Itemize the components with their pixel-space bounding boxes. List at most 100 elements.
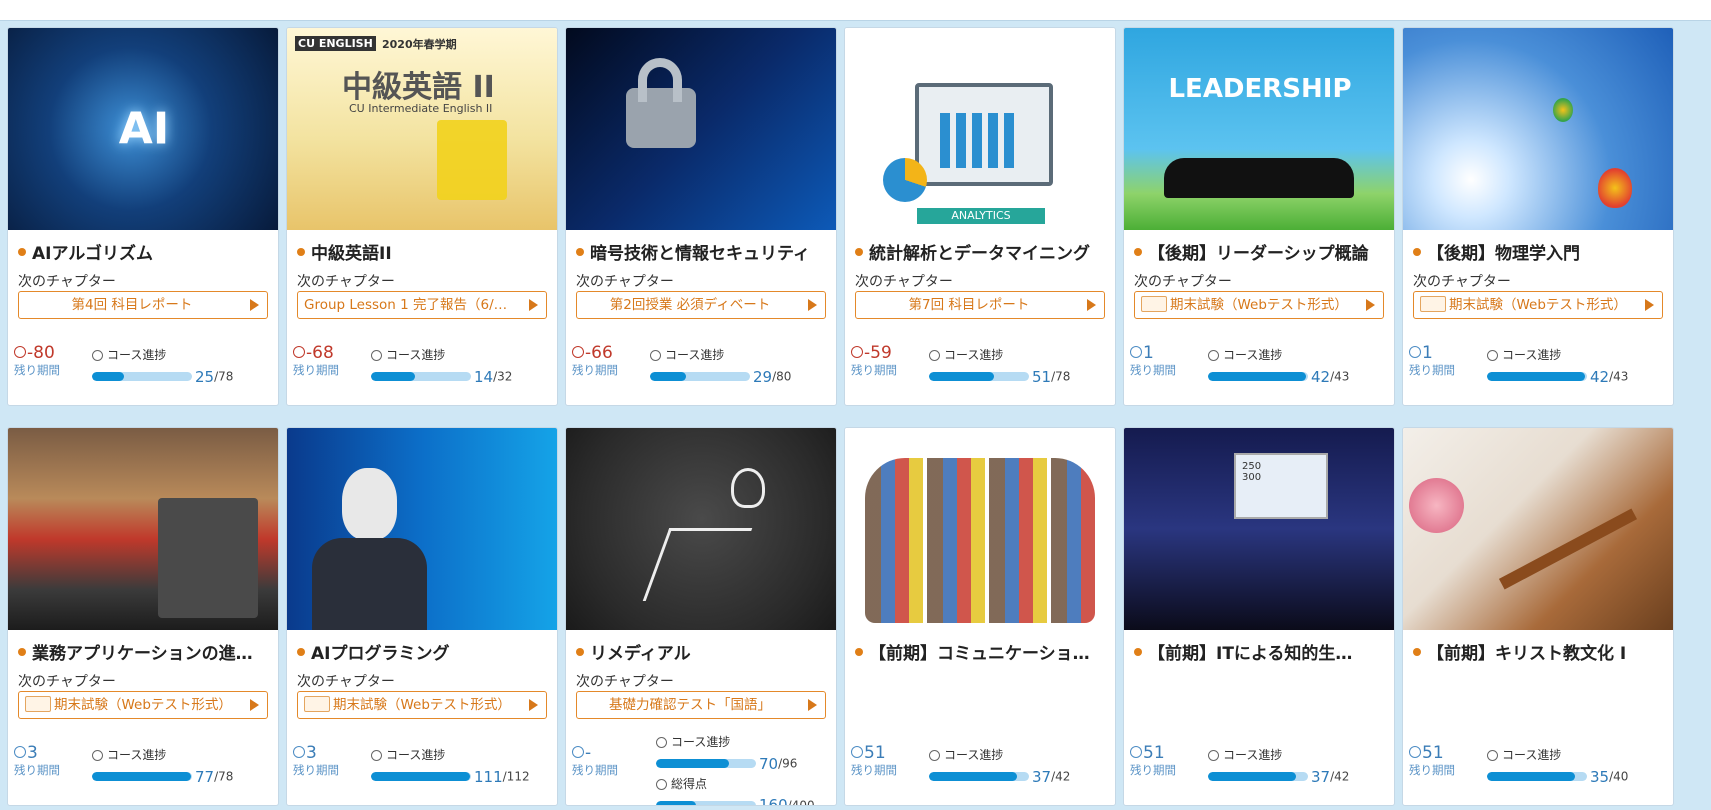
cross-graphic bbox=[1498, 508, 1638, 590]
status-dot-icon bbox=[576, 648, 584, 656]
course-card[interactable]: AI AIアルゴリズム 次のチャプター 第4回 科目レポート -80 残り期間 コ… bbox=[7, 27, 279, 406]
course-progress: コース進捗 14/32 bbox=[371, 346, 512, 386]
status-dot-icon bbox=[1134, 648, 1142, 656]
next-chapter-button[interactable]: 第2回授業 必須ディベート bbox=[576, 291, 826, 319]
next-chapter-label: 次のチャプター bbox=[1134, 274, 1232, 290]
course-card[interactable]: 250 300 【前期】ITによる知的生… 51 残り期間 コース進捗 37/42 bbox=[1123, 427, 1395, 806]
course-thumbnail: LEADERSHIP bbox=[1124, 28, 1394, 230]
progress-icon bbox=[92, 750, 103, 761]
remaining-period: 1 残り期間 bbox=[1130, 343, 1176, 377]
status-dot-icon bbox=[18, 248, 26, 256]
progress-icon bbox=[650, 350, 661, 361]
next-chapter-button[interactable]: 期末試験（Webテスト形式） bbox=[18, 691, 268, 719]
course-title[interactable]: 暗号技術と情報セキュリティ bbox=[576, 239, 832, 264]
course-progress: コース進捗 111/112 bbox=[371, 746, 530, 786]
course-progress: コース進捗 25/78 bbox=[92, 346, 233, 386]
thumbnail-banner: ANALYTICS bbox=[917, 208, 1045, 224]
remaining-period: -66 残り期間 bbox=[572, 343, 618, 377]
progress-icon bbox=[929, 750, 940, 761]
remaining-period: 1 残り期間 bbox=[1409, 343, 1455, 377]
exam-icon bbox=[1420, 296, 1446, 312]
clock-icon bbox=[14, 746, 26, 758]
status-dot-icon bbox=[18, 648, 26, 656]
course-title[interactable]: AIプログラミング bbox=[297, 639, 553, 664]
thumbnail-text: LEADERSHIP bbox=[1168, 73, 1352, 104]
exam-icon bbox=[25, 696, 51, 712]
course-title[interactable]: 【前期】キリスト教文化 I bbox=[1413, 639, 1669, 664]
next-chapter-button[interactable]: 期末試験（Webテスト形式） bbox=[1413, 291, 1663, 319]
play-arrow-icon bbox=[250, 299, 259, 311]
course-progress: コース進捗 42/43 bbox=[1487, 346, 1628, 386]
screen-text: 250 300 bbox=[1242, 461, 1262, 483]
progress-icon bbox=[92, 350, 103, 361]
course-thumbnail bbox=[845, 428, 1115, 630]
balloon-graphic bbox=[1553, 98, 1573, 122]
status-dot-icon bbox=[576, 248, 584, 256]
play-arrow-icon bbox=[529, 299, 538, 311]
course-title[interactable]: 【後期】物理学入門 bbox=[1413, 239, 1669, 264]
course-card[interactable]: 業務アプリケーションの進… 次のチャプター 期末試験（Webテスト形式） 3 残り… bbox=[7, 427, 279, 806]
play-arrow-icon bbox=[1087, 299, 1096, 311]
course-title[interactable]: 【後期】リーダーシップ概論 bbox=[1134, 239, 1390, 264]
play-arrow-icon bbox=[808, 699, 817, 711]
course-title[interactable]: 【前期】ITによる知的生… bbox=[1134, 639, 1390, 664]
course-card[interactable]: LEADERSHIP 【後期】リーダーシップ概論 次のチャプター 期末試験（We… bbox=[1123, 27, 1395, 406]
course-title[interactable]: 統計解析とデータマイニング bbox=[855, 239, 1111, 264]
course-card[interactable]: 【前期】キリスト教文化 I 51 残り期間 コース進捗 35/40 bbox=[1402, 427, 1674, 806]
course-title[interactable]: 業務アプリケーションの進… bbox=[18, 639, 274, 664]
status-dot-icon bbox=[855, 248, 863, 256]
thumbnail-text: AI bbox=[118, 103, 170, 155]
next-chapter-label: 次のチャプター bbox=[576, 674, 674, 690]
clock-icon bbox=[1130, 746, 1142, 758]
course-title[interactable]: リメディアル bbox=[576, 639, 832, 664]
status-dot-icon bbox=[1413, 248, 1421, 256]
course-progress: コース進捗 35/40 bbox=[1487, 746, 1628, 786]
next-chapter-button[interactable]: Group Lesson 1 完了報告（6/… bbox=[297, 291, 547, 319]
remaining-period: -59 残り期間 bbox=[851, 343, 897, 377]
course-progress: コース進捗 77/78 bbox=[92, 746, 233, 786]
course-card[interactable]: 【後期】物理学入門 次のチャプター 期末試験（Webテスト形式） 1 残り期間 コ… bbox=[1402, 27, 1674, 406]
balloon-graphic bbox=[1598, 168, 1632, 208]
progress-icon bbox=[1487, 350, 1498, 361]
clock-icon bbox=[572, 746, 584, 758]
play-arrow-icon bbox=[250, 699, 259, 711]
progress-icon bbox=[371, 350, 382, 361]
exam-icon bbox=[304, 696, 330, 712]
course-progress: コース進捗 70/96 総得点 160/400 bbox=[656, 733, 815, 805]
status-dot-icon bbox=[297, 648, 305, 656]
course-card[interactable]: CU ENGLISH 2020年春学期 中級英語 II CU Intermedi… bbox=[286, 27, 558, 406]
progress-icon bbox=[371, 750, 382, 761]
exam-icon bbox=[1141, 296, 1167, 312]
course-thumbnail bbox=[1403, 428, 1673, 630]
course-thumbnail: ANALYTICS bbox=[845, 28, 1115, 230]
score-progress: 総得点 160/400 bbox=[656, 775, 815, 805]
course-thumbnail bbox=[8, 428, 278, 630]
thumbnail-term: 2020年春学期 bbox=[382, 38, 457, 51]
next-chapter-button[interactable]: 第4回 科目レポート bbox=[18, 291, 268, 319]
status-dot-icon bbox=[1134, 248, 1142, 256]
progress-icon bbox=[1208, 350, 1219, 361]
course-card[interactable]: AIプログラミング 次のチャプター 期末試験（Webテスト形式） 3 残り期間 コ… bbox=[286, 427, 558, 806]
course-thumbnail: AI bbox=[8, 28, 278, 230]
silhouette-graphic bbox=[1164, 158, 1354, 198]
remaining-period: - 残り期間 bbox=[572, 743, 618, 777]
course-title[interactable]: AIアルゴリズム bbox=[18, 239, 274, 264]
next-chapter-button[interactable]: 基礎力確認テスト「国語」 bbox=[576, 691, 826, 719]
course-card[interactable]: ANALYTICS 統計解析とデータマイニング 次のチャプター 第7回 科目レポ… bbox=[844, 27, 1116, 406]
next-chapter-button[interactable]: 第7回 科目レポート bbox=[855, 291, 1105, 319]
progress-icon bbox=[656, 737, 667, 748]
course-title[interactable]: 【前期】コミュニケーショ… bbox=[855, 639, 1111, 664]
course-card[interactable]: リメディアル 次のチャプター 基礎力確認テスト「国語」 - 残り期間 コース進捗 7… bbox=[565, 427, 837, 806]
rose-graphic bbox=[1409, 478, 1464, 533]
play-arrow-icon bbox=[1366, 299, 1375, 311]
top-bar bbox=[0, 0, 1711, 21]
course-thumbnail: CU ENGLISH 2020年春学期 中級英語 II CU Intermedi… bbox=[287, 28, 557, 230]
course-thumbnail: 250 300 bbox=[1124, 428, 1394, 630]
course-thumbnail bbox=[566, 28, 836, 230]
next-chapter-button[interactable]: 期末試験（Webテスト形式） bbox=[1134, 291, 1384, 319]
course-title[interactable]: 中級英語II bbox=[297, 239, 553, 264]
course-card[interactable]: 暗号技術と情報セキュリティ 次のチャプター 第2回授業 必須ディベート -66 残… bbox=[565, 27, 837, 406]
course-card[interactable]: 【前期】コミュニケーショ… 51 残り期間 コース進捗 37/42 bbox=[844, 427, 1116, 806]
course-grid: AI AIアルゴリズム 次のチャプター 第4回 科目レポート -80 残り期間 コ… bbox=[7, 27, 1674, 806]
next-chapter-button[interactable]: 期末試験（Webテスト形式） bbox=[297, 691, 547, 719]
